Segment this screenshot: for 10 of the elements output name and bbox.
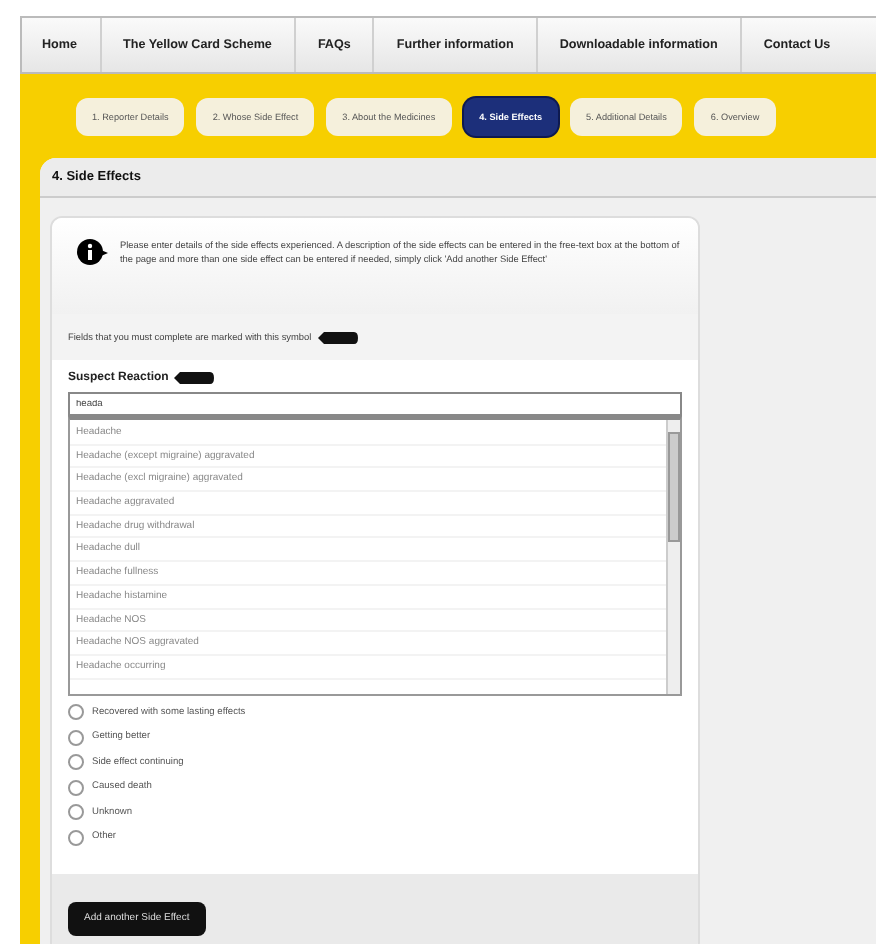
radio-button[interactable] [68, 779, 84, 796]
radio-button[interactable] [68, 804, 84, 821]
required-icon [317, 331, 358, 343]
radio-button[interactable] [68, 729, 84, 746]
radio-button[interactable] [68, 704, 84, 721]
radio-button[interactable] [68, 829, 84, 846]
required-icon [174, 372, 215, 384]
radio-button[interactable] [68, 754, 84, 771]
scrollbar[interactable] [666, 420, 680, 694]
info-icon [76, 238, 108, 266]
